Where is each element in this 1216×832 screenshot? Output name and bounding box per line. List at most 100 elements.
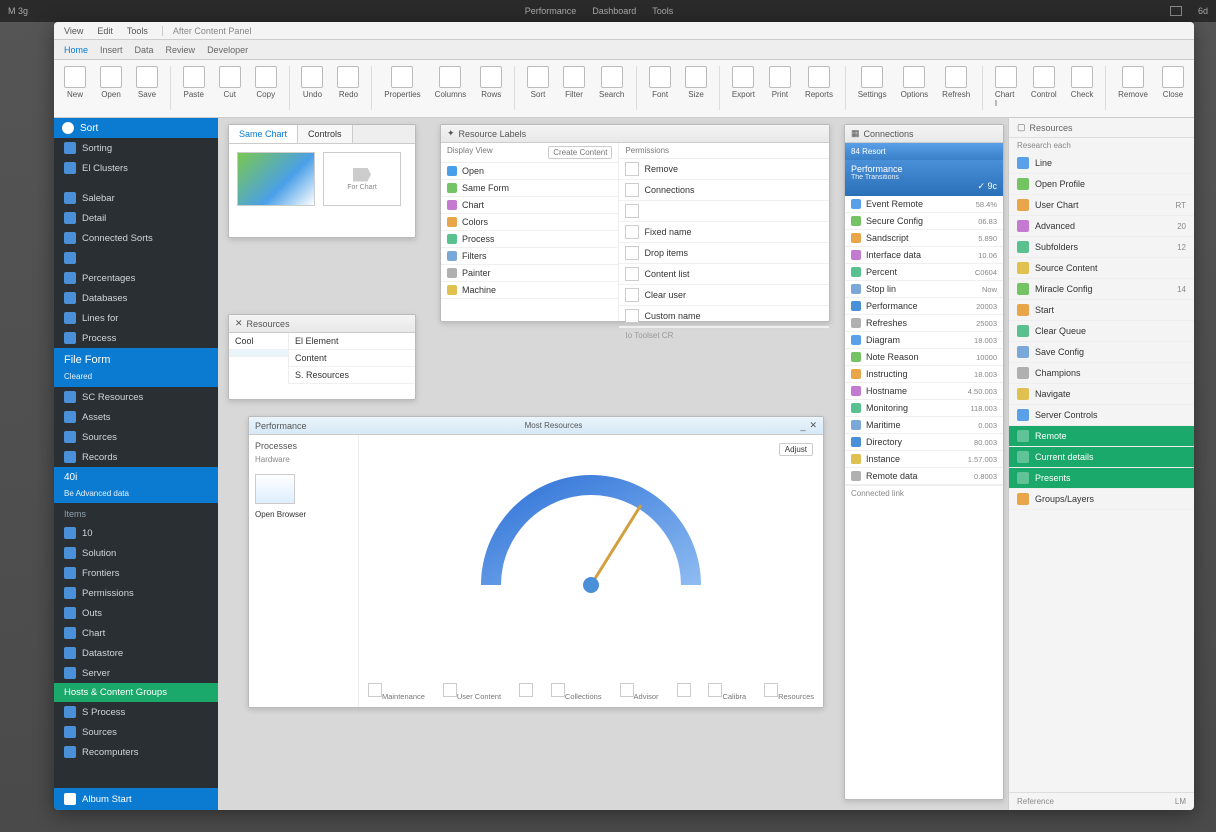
tab[interactable]: Controls [298, 125, 353, 143]
dialog-item[interactable]: Open [441, 163, 618, 180]
gauge-foot-item[interactable] [677, 683, 691, 701]
grid-row[interactable]: Instance1.57.003 [845, 451, 1003, 468]
tab[interactable]: Review [166, 45, 196, 55]
gauge-foot-item[interactable]: Collections [551, 683, 602, 701]
tab[interactable]: Insert [100, 45, 123, 55]
dialog-item[interactable]: Colors [441, 214, 618, 231]
ribbon-button[interactable]: Sort [523, 64, 553, 101]
gauge-foot-item[interactable] [519, 683, 533, 701]
ribbon-button[interactable]: Chart I [991, 64, 1021, 110]
dialog-item[interactable]: Connections [619, 180, 829, 201]
grid-row[interactable]: Instructing18.003 [845, 366, 1003, 383]
gauge-foot-item[interactable]: Maintenance [368, 683, 425, 701]
dialog-item[interactable]: Filters [441, 248, 618, 265]
sidebar-item[interactable]: Sources [54, 722, 218, 742]
gauge-left-item[interactable]: Open Browser [255, 510, 352, 519]
sidebar-item[interactable]: Recomputers [54, 742, 218, 762]
adjust-button[interactable]: Adjust [779, 443, 813, 456]
grid-row[interactable]: Stop linNow [845, 281, 1003, 298]
dock-item-highlight[interactable]: Current details [1009, 447, 1194, 468]
grid-row[interactable]: Refreshes25003 [845, 315, 1003, 332]
grid-row[interactable]: Performance20003 [845, 298, 1003, 315]
dock-item[interactable]: Save Config [1009, 342, 1194, 363]
dialog-item[interactable]: Painter [441, 265, 618, 282]
dialog-item[interactable]: Content list [619, 264, 829, 285]
sidebar-item-selected[interactable]: File Form Cleared [54, 348, 218, 387]
sidebar-item[interactable]: Permissions [54, 583, 218, 603]
dialog-item[interactable]: Drop items [619, 243, 829, 264]
window-restore-icon[interactable] [1170, 6, 1182, 16]
tab[interactable]: Same Chart [229, 125, 298, 143]
sidebar-item[interactable]: Records [54, 447, 218, 467]
tab[interactable]: Home [64, 45, 88, 55]
dock-item[interactable]: Groups/Layers [1009, 489, 1194, 510]
dialog-item[interactable] [619, 201, 829, 222]
ribbon-button[interactable]: Remove [1114, 64, 1152, 101]
ribbon-button[interactable]: Control [1027, 64, 1061, 101]
grid-row[interactable]: Interface data10.06 [845, 247, 1003, 264]
dock-item[interactable]: Navigate [1009, 384, 1194, 405]
ribbon-button[interactable]: Print [765, 64, 795, 101]
dialog-item[interactable]: Same Form [441, 180, 618, 197]
tool-row[interactable]: S. Resources [289, 367, 415, 384]
dock-item[interactable]: Start [1009, 300, 1194, 321]
ribbon-button[interactable]: Filter [559, 64, 589, 101]
ribbon-button[interactable]: Options [897, 64, 933, 101]
gauge-foot-item[interactable]: User Content [443, 683, 501, 701]
grid-row[interactable]: Note Reason10000 [845, 349, 1003, 366]
ribbon-button[interactable]: Size [681, 64, 711, 101]
tool-tab[interactable]: Cool [229, 333, 288, 350]
ribbon-button[interactable]: Redo [333, 64, 363, 101]
minimize-icon[interactable]: _ [800, 421, 805, 431]
tool-tab[interactable] [229, 350, 288, 357]
dock-item-highlight[interactable]: Remote [1009, 426, 1194, 447]
grid-row[interactable]: Diagram18.003 [845, 332, 1003, 349]
tool-row[interactable]: Content [289, 350, 415, 367]
ribbon-button[interactable]: Open [96, 64, 126, 101]
sidebar-item[interactable]: Lines for [54, 308, 218, 328]
ribbon-button[interactable]: Undo [297, 64, 327, 101]
ribbon-button[interactable]: Font [645, 64, 675, 101]
sidebar-item-selected[interactable]: 40i Be Advanced data [54, 467, 218, 503]
sidebar-item[interactable]: Sorting [54, 138, 218, 158]
sidebar-item[interactable]: Outs [54, 603, 218, 623]
dock-item[interactable]: Miracle Config14 [1009, 279, 1194, 300]
sidebar-item[interactable]: Connected Sorts [54, 228, 218, 248]
grid-row[interactable]: Sandscript5.890 [845, 230, 1003, 247]
grid-row[interactable]: Remote data0.8003 [845, 468, 1003, 485]
thumbnail[interactable]: For Chart [323, 152, 401, 206]
sidebar-item-highlight[interactable]: Hosts & Content Groups [54, 683, 218, 702]
sidebar-item[interactable]: Salebar [54, 188, 218, 208]
create-button[interactable]: Create Content [548, 146, 612, 159]
dock-item[interactable]: Source Content [1009, 258, 1194, 279]
sidebar-item[interactable]: Detail [54, 208, 218, 228]
ribbon-button[interactable]: Copy [251, 64, 281, 101]
menu-item[interactable]: Edit [97, 26, 113, 36]
ribbon-button[interactable]: Cut [215, 64, 245, 101]
sidebar-item[interactable] [54, 248, 218, 268]
dock-item[interactable]: Subfolders12 [1009, 237, 1194, 258]
dialog-item[interactable]: Remove [619, 159, 829, 180]
grid-row[interactable]: Maritime0.003 [845, 417, 1003, 434]
dock-item-highlight[interactable]: Presents [1009, 468, 1194, 489]
dialog-item[interactable]: Process [441, 231, 618, 248]
grid-row[interactable]: Secure Config06.83 [845, 213, 1003, 230]
thumbnail[interactable] [237, 152, 315, 206]
ribbon-button[interactable]: Columns [431, 64, 471, 101]
dock-item[interactable]: Advanced20 [1009, 216, 1194, 237]
sidebar-footer[interactable]: Album Start [54, 788, 218, 810]
sidebar-item[interactable]: Assets [54, 407, 218, 427]
ribbon-button[interactable]: Refresh [938, 64, 974, 101]
grid-row[interactable]: Event Remote58.4% [845, 196, 1003, 213]
sidebar-item[interactable]: Frontiers [54, 563, 218, 583]
dialog-item[interactable]: Fixed name [619, 222, 829, 243]
menu-item[interactable]: Tools [127, 26, 148, 36]
dock-item[interactable]: Line [1009, 153, 1194, 174]
sidebar-item[interactable]: El Clusters [54, 158, 218, 178]
ribbon-button[interactable]: Check [1067, 64, 1098, 101]
grid-row[interactable]: Directory80.003 [845, 434, 1003, 451]
sidebar-item[interactable]: Chart [54, 623, 218, 643]
sidebar-item[interactable]: Solution [54, 543, 218, 563]
tool-row[interactable]: El Element [289, 333, 415, 350]
ribbon-button[interactable]: New [60, 64, 90, 101]
